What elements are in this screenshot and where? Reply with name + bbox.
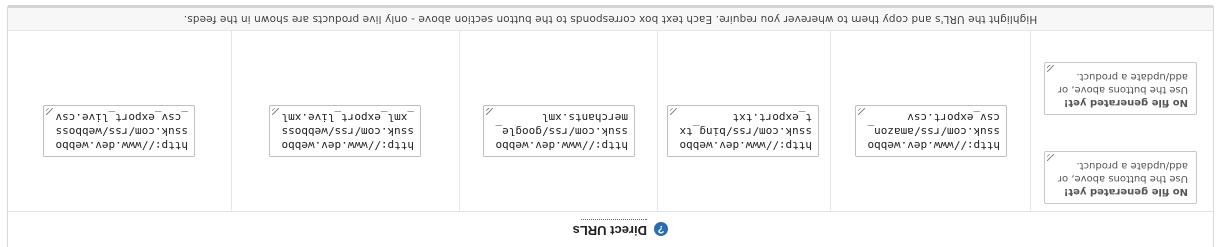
feed-url-text: http://www.dev.webbossuk.com/rss/bing_tx… [679,111,812,152]
direct-urls-panel: ? Direct URLs No file generated yet! Use… [7,5,1214,247]
feed-url-text: http://www.dev.webbossuk.com/rss/webboss… [55,111,188,152]
footer-divider [8,5,1213,8]
resize-grip-icon[interactable] [670,108,677,115]
panel-header: ? Direct URLs [8,211,1213,247]
feed-url-text: http://www.dev.webbossuk.com/rss/webboss… [281,111,414,152]
feed-url-webboss-csv[interactable]: http://www.dev.webbossuk.com/rss/webboss… [43,105,195,157]
feed-column-google: http://www.dev.webbossuk.com/rss/google_… [459,31,657,212]
resize-grip-icon[interactable] [272,108,279,115]
footer-note: Highlight the URL's and copy them to whe… [183,13,1038,25]
feed-url-text: http://www.dev.webbossuk.com/rss/google_… [495,111,628,152]
no-file-message-bold: No file generated yet! [1063,97,1188,108]
no-file-message-box[interactable]: No file generated yet! Use the buttons a… [1044,62,1197,115]
feed-url-text: http://www.dev.webbossuk.com/rss/amazon_… [867,111,1000,152]
help-icon[interactable]: ? [654,222,668,236]
panel-title: Direct URLs [572,223,647,238]
no-file-message-text: Use the buttons above, or add/update a p… [1057,71,1188,95]
no-file-message-text: Use the buttons above, or add/update a p… [1057,160,1188,184]
direct-urls-stage: ? Direct URLs No file generated yet! Use… [0,0,1221,247]
feed-url-bing[interactable]: http://www.dev.webbossuk.com/rss/bing_tx… [667,105,819,157]
feed-url-google[interactable]: http://www.dev.webbossuk.com/rss/google_… [483,105,635,157]
feed-column-amazon: http://www.dev.webbossuk.com/rss/amazon_… [830,31,1030,212]
title-underline [581,219,647,220]
resize-grip-icon[interactable] [1047,154,1054,161]
feed-column-webboss-csv: http://www.dev.webbossuk.com/rss/webboss… [6,31,231,212]
feed-url-grid: No file generated yet! Use the buttons a… [8,31,1213,212]
resize-grip-icon[interactable] [858,108,865,115]
feed-column-webboss-xml: http://www.dev.webbossuk.com/rss/webboss… [231,31,459,212]
resize-grip-icon[interactable] [1047,65,1054,72]
feed-column-unused: No file generated yet! Use the buttons a… [1030,31,1213,212]
panel-footer: Highlight the URL's and copy them to whe… [8,5,1213,31]
feed-column-bing: http://www.dev.webbossuk.com/rss/bing_tx… [657,31,830,212]
resize-grip-icon[interactable] [486,108,493,115]
feed-url-amazon[interactable]: http://www.dev.webbossuk.com/rss/amazon_… [855,105,1007,157]
no-file-message-box[interactable]: No file generated yet! Use the buttons a… [1044,151,1197,204]
resize-grip-icon[interactable] [46,108,53,115]
feed-url-webboss-xml[interactable]: http://www.dev.webbossuk.com/rss/webboss… [269,105,421,157]
no-file-message-bold: No file generated yet! [1063,186,1188,197]
